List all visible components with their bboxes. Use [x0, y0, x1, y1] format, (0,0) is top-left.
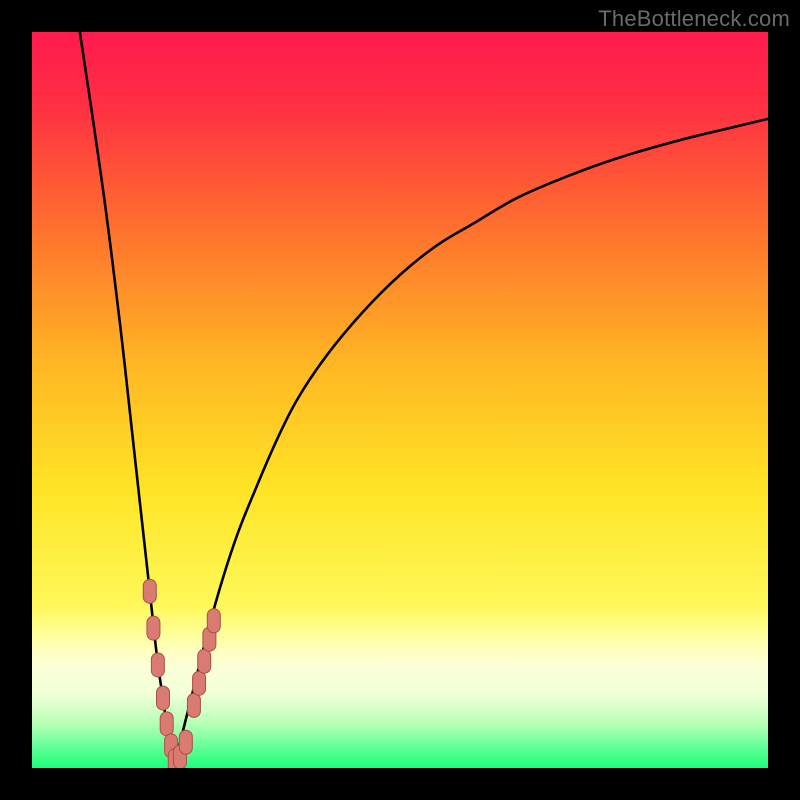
highlight-marker [143, 579, 156, 603]
highlight-marker [179, 730, 192, 754]
highlight-markers [143, 579, 220, 768]
highlight-marker [157, 686, 170, 710]
highlight-marker [198, 649, 211, 673]
curve-layer [32, 32, 768, 768]
watermark-text: TheBottleneck.com [598, 6, 790, 32]
curve-right-branch [174, 119, 768, 764]
highlight-marker [193, 671, 206, 695]
highlight-marker [151, 653, 164, 677]
highlight-marker [187, 693, 200, 717]
plot-area [32, 32, 768, 768]
highlight-marker [160, 712, 173, 736]
highlight-marker [207, 609, 220, 633]
chart-frame: TheBottleneck.com [0, 0, 800, 800]
highlight-marker [147, 616, 160, 640]
